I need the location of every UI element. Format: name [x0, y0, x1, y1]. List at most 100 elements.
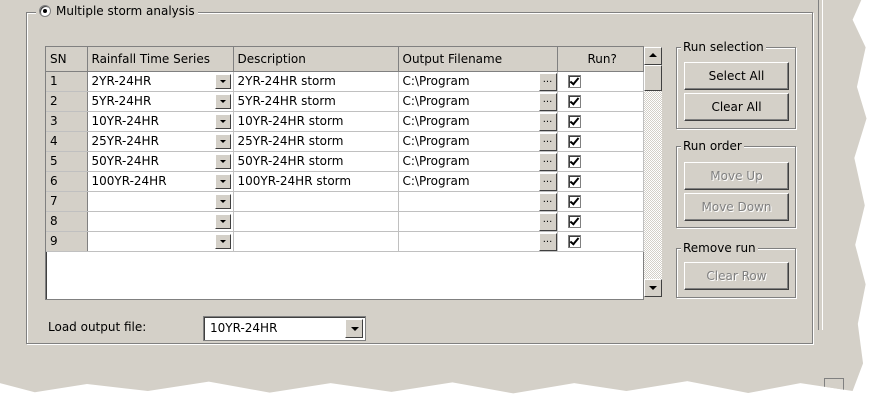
browse-button[interactable]: ... — [538, 132, 556, 150]
output-filename-cell[interactable]: C:\Program... — [398, 151, 558, 172]
scroll-up-icon[interactable] — [644, 47, 662, 65]
output-filename-cell[interactable]: ... — [398, 211, 558, 232]
output-filename-cell[interactable]: C:\Program... — [398, 71, 558, 92]
table-row[interactable]: 9... — [46, 231, 644, 252]
clear-row-button[interactable]: Clear Row — [684, 262, 789, 290]
chevron-down-icon[interactable] — [214, 213, 231, 229]
move-down-button[interactable]: Move Down — [684, 193, 789, 221]
run-cell[interactable] — [557, 191, 644, 212]
browse-button[interactable]: ... — [538, 172, 556, 190]
run-checkbox[interactable] — [567, 115, 581, 128]
output-filename-cell[interactable]: ... — [398, 231, 558, 252]
output-filename-value: C:\Program — [402, 114, 470, 128]
load-output-label: Load output file: — [48, 320, 147, 334]
storm-grid: SN Rainfall Time Series Description Outp… — [45, 46, 644, 300]
grid-header-row: SN Rainfall Time Series Description Outp… — [46, 47, 644, 72]
run-cell[interactable] — [557, 171, 644, 192]
description-cell[interactable]: 25YR-24HR storm — [233, 131, 399, 152]
browse-button[interactable]: ... — [538, 232, 556, 250]
remove-run-title: Remove run — [681, 241, 758, 255]
browse-button[interactable]: ... — [538, 212, 556, 230]
table-row[interactable]: 6 100YR-24HR 100YR-24HR storm C:\Program... — [46, 171, 644, 192]
table-row[interactable]: 7... — [46, 191, 644, 212]
description-cell[interactable]: 100YR-24HR storm — [233, 171, 399, 192]
run-cell[interactable] — [557, 151, 644, 172]
description-cell[interactable]: 50YR-24HR storm — [233, 151, 399, 172]
radio-selected-icon[interactable] — [39, 5, 51, 17]
run-cell[interactable] — [557, 231, 644, 252]
table-row[interactable]: 1 2YR-24HR 2YR-24HR storm C:\Program... — [46, 71, 644, 92]
move-up-button[interactable]: Move Up — [684, 162, 789, 190]
browse-button[interactable]: ... — [538, 112, 556, 130]
select-all-button[interactable]: Select All — [684, 62, 789, 90]
output-filename-cell[interactable]: C:\Program... — [398, 91, 558, 112]
rainfall-series-cell[interactable]: 25YR-24HR — [87, 131, 234, 152]
table-row[interactable]: 3 10YR-24HR 10YR-24HR storm C:\Program... — [46, 111, 644, 132]
load-output-select[interactable]: 10YR-24HR — [203, 316, 366, 341]
rainfall-series-cell[interactable]: 100YR-24HR — [87, 171, 234, 192]
clear-all-button[interactable]: Clear All — [684, 93, 789, 121]
header-rainfall-series: Rainfall Time Series — [87, 47, 234, 72]
header-sn: SN — [46, 47, 88, 72]
description-cell[interactable]: 10YR-24HR storm — [233, 111, 399, 132]
rainfall-series-cell[interactable]: 10YR-24HR — [87, 111, 234, 132]
output-filename-cell[interactable]: ... — [398, 191, 558, 212]
grid-scrollbar[interactable] — [644, 47, 662, 297]
run-cell[interactable] — [557, 91, 644, 112]
chevron-down-icon[interactable] — [214, 173, 231, 189]
table-row[interactable]: 2 5YR-24HR 5YR-24HR storm C:\Program... — [46, 91, 644, 112]
run-cell[interactable] — [557, 111, 644, 132]
run-checkbox[interactable] — [567, 155, 581, 168]
run-checkbox[interactable] — [567, 95, 581, 108]
rainfall-series-cell[interactable] — [87, 211, 234, 232]
table-row[interactable]: 5 50YR-24HR 50YR-24HR storm C:\Program... — [46, 151, 644, 172]
row-sn: 5 — [46, 151, 88, 172]
output-filename-cell[interactable]: C:\Program... — [398, 171, 558, 192]
description-cell[interactable] — [233, 211, 399, 232]
multiple-storm-radio[interactable]: Multiple storm analysis — [36, 4, 198, 18]
chevron-down-icon[interactable] — [345, 319, 363, 338]
run-checkbox[interactable] — [567, 175, 581, 188]
chevron-down-icon[interactable] — [214, 133, 231, 149]
scroll-thumb[interactable] — [644, 65, 662, 91]
rainfall-series-cell[interactable]: 5YR-24HR — [87, 91, 234, 112]
browse-button[interactable]: ... — [538, 152, 556, 170]
output-filename-cell[interactable]: C:\Program... — [398, 131, 558, 152]
dialog-panel: Multiple storm analysis SN Rainfall Time… — [0, 0, 867, 394]
run-checkbox[interactable] — [567, 75, 581, 88]
rainfall-series-cell[interactable]: 2YR-24HR — [87, 71, 234, 92]
chevron-down-icon[interactable] — [214, 233, 231, 249]
rainfall-series-cell[interactable] — [87, 191, 234, 212]
run-checkbox[interactable] — [567, 215, 581, 228]
description-cell[interactable]: 2YR-24HR storm — [233, 71, 399, 92]
chevron-down-icon[interactable] — [214, 73, 231, 89]
chevron-down-icon[interactable] — [214, 113, 231, 129]
chevron-down-icon[interactable] — [214, 153, 231, 169]
chevron-down-icon[interactable] — [214, 193, 231, 209]
run-cell[interactable] — [557, 71, 644, 92]
run-checkbox[interactable] — [567, 235, 581, 248]
browse-button[interactable]: ... — [538, 72, 556, 90]
run-checkbox[interactable] — [567, 195, 581, 208]
run-checkbox[interactable] — [567, 135, 581, 148]
header-description: Description — [233, 47, 399, 72]
load-output-value: 10YR-24HR — [210, 321, 278, 335]
output-filename-cell[interactable]: C:\Program... — [398, 111, 558, 132]
outer-divider — [818, 0, 823, 330]
row-sn: 1 — [46, 71, 88, 92]
rainfall-series-cell[interactable]: 50YR-24HR — [87, 151, 234, 172]
row-sn: 7 — [46, 191, 88, 212]
rainfall-series-cell[interactable] — [87, 231, 234, 252]
table-row[interactable]: 8... — [46, 211, 644, 232]
run-cell[interactable] — [557, 211, 644, 232]
chevron-down-icon[interactable] — [214, 93, 231, 109]
browse-button[interactable]: ... — [538, 92, 556, 110]
run-cell[interactable] — [557, 131, 644, 152]
description-cell[interactable] — [233, 191, 399, 212]
table-row[interactable]: 4 25YR-24HR 25YR-24HR storm C:\Program... — [46, 131, 644, 152]
browse-button[interactable]: ... — [538, 192, 556, 210]
output-filename-value: C:\Program — [402, 174, 470, 188]
scroll-down-icon[interactable] — [644, 279, 662, 297]
description-cell[interactable]: 5YR-24HR storm — [233, 91, 399, 112]
description-cell[interactable] — [233, 231, 399, 252]
